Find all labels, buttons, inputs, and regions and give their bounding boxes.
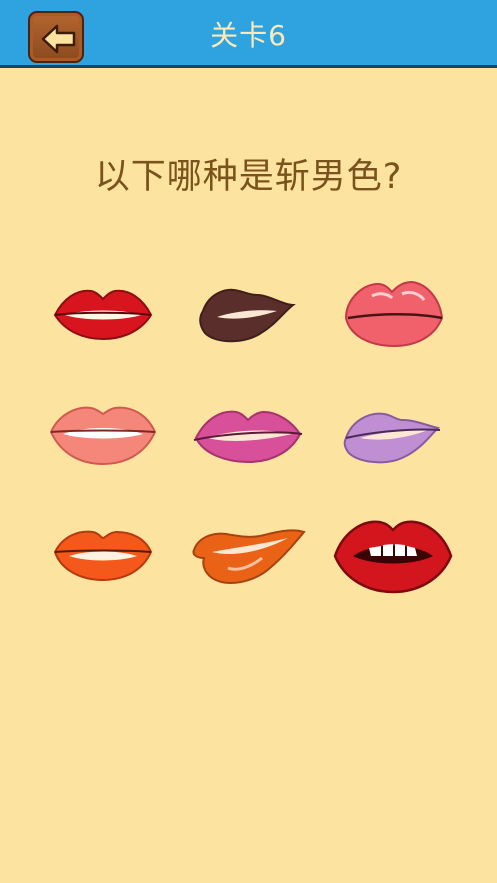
lip-option-3[interactable] [344,280,444,348]
lip-option-5[interactable] [193,410,303,464]
lip-option-8[interactable] [192,529,306,584]
lips-grid [49,280,453,594]
lip-option-2[interactable] [199,288,296,343]
lip-option-4[interactable] [49,406,157,466]
lip-option-9[interactable] [333,520,453,594]
lip-option-6[interactable] [343,412,441,464]
lip-option-7[interactable] [53,530,153,582]
lip-option-1[interactable] [53,289,153,341]
